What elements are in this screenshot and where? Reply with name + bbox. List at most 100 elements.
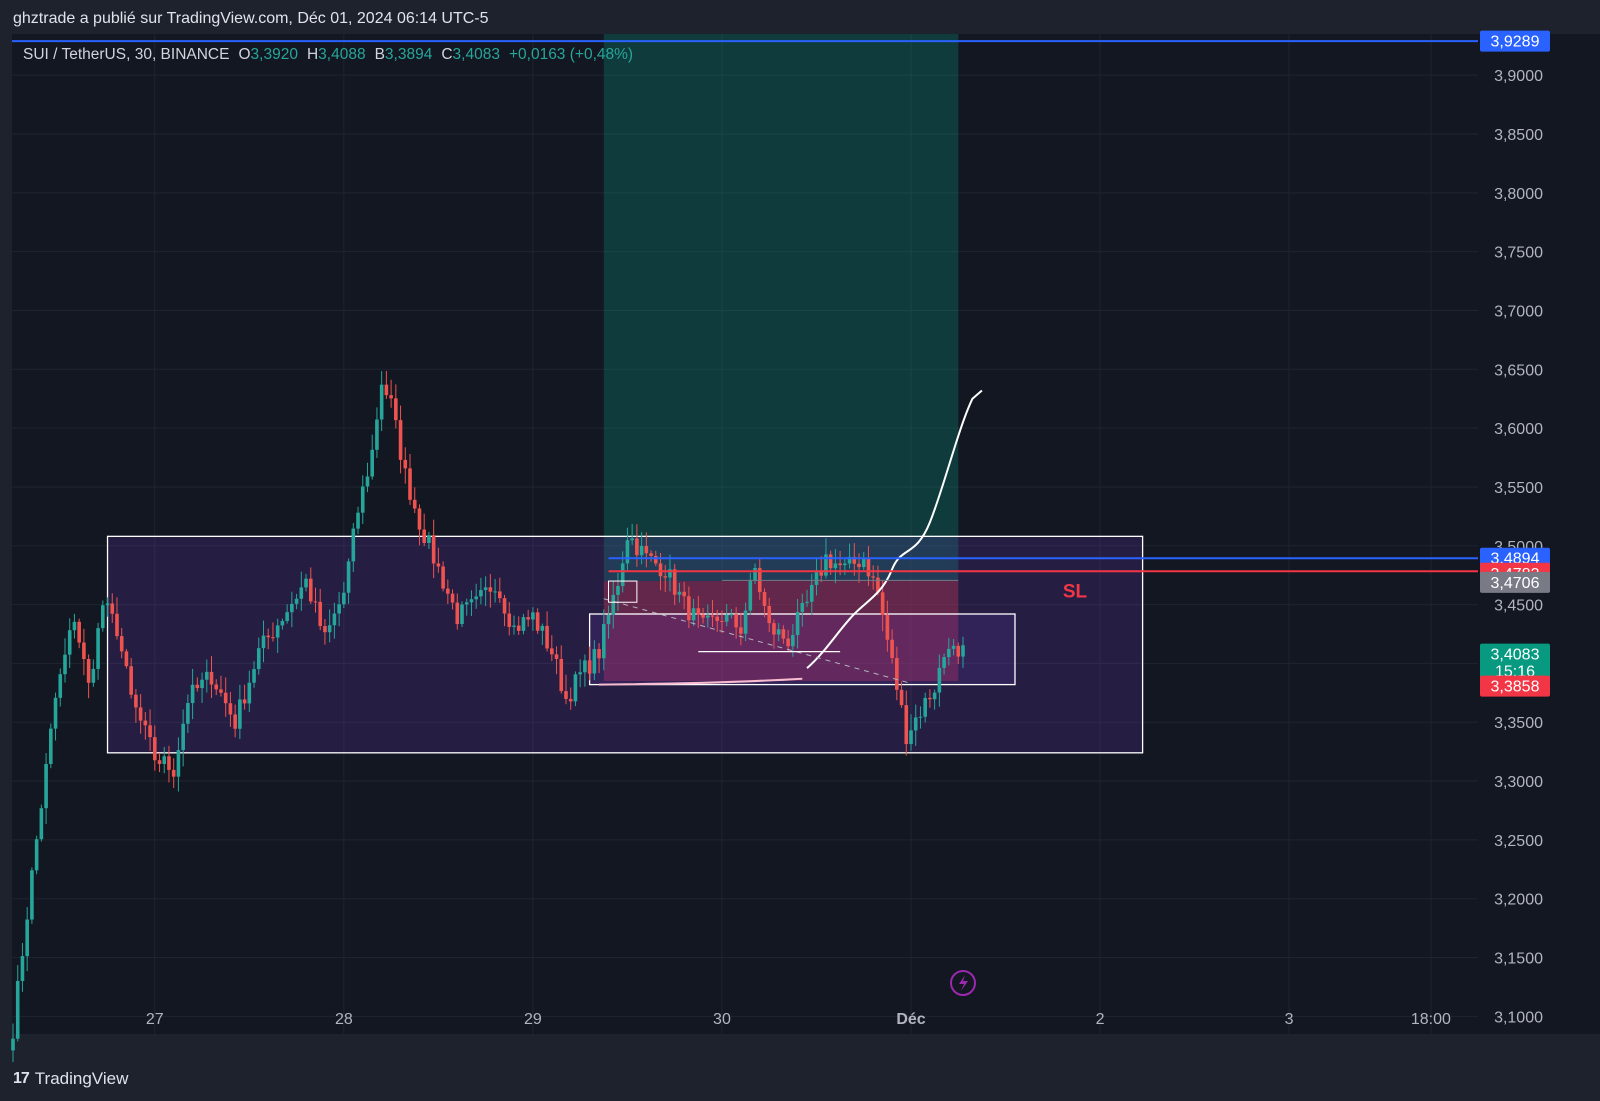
candle-body <box>961 645 965 657</box>
candle-body <box>290 603 294 613</box>
candle-body <box>460 604 464 625</box>
candle-body <box>342 592 346 605</box>
candle-body <box>119 636 124 652</box>
candle-body <box>923 697 927 717</box>
candle-body <box>866 558 871 577</box>
price-axis[interactable] <box>1478 34 1600 1034</box>
candle-body <box>11 1038 15 1051</box>
price-tick-label: 3,3500 <box>1494 715 1543 732</box>
candle-body <box>323 626 327 633</box>
candle-body <box>238 699 242 729</box>
candle-body <box>890 639 894 658</box>
candle-body <box>649 553 653 556</box>
candle-body <box>337 604 341 614</box>
candle-body <box>871 576 875 578</box>
candle-body <box>625 540 630 564</box>
candle-body <box>559 658 564 692</box>
legend-close-key: C <box>441 46 453 63</box>
price-tick-label: 3,4500 <box>1494 598 1543 615</box>
candle-body <box>918 716 923 718</box>
candle-body <box>313 601 318 603</box>
candle-body <box>611 594 616 615</box>
legend-open-key: O <box>238 46 251 63</box>
chart-canvas[interactable]: 3,9000 3,8500 3,8000 3,7500 3,7000 3,6500 3,60… <box>0 0 1600 1062</box>
candle-body <box>15 980 20 1039</box>
candle-body <box>190 684 195 704</box>
price-tick-label: 3,6500 <box>1494 362 1543 379</box>
candle-body <box>129 666 133 695</box>
candle-body <box>639 545 644 556</box>
price-tick-label: 3,7500 <box>1494 245 1543 262</box>
candle-body <box>242 699 247 704</box>
time-tick-label: 29 <box>524 1011 542 1028</box>
candle-body <box>105 603 110 606</box>
candle-body <box>885 615 890 640</box>
bottom-bar <box>0 1062 1600 1101</box>
candle-body <box>488 587 493 592</box>
candle-body <box>729 614 734 616</box>
candle-body <box>200 679 204 689</box>
candle-body <box>422 529 426 543</box>
candle-body <box>951 645 956 649</box>
price-tick-label: 3,2500 <box>1494 833 1543 850</box>
candle-body <box>30 870 34 920</box>
candle-body <box>223 692 228 704</box>
price-tick-label: 3,2000 <box>1494 892 1543 909</box>
candle-body <box>597 649 601 659</box>
candle-body <box>408 468 412 500</box>
candle-body <box>346 561 351 593</box>
candle-body <box>446 588 450 594</box>
candle-body <box>247 682 252 704</box>
candle-body <box>512 625 516 627</box>
price-tick-label: 3,8500 <box>1494 127 1543 144</box>
candle-body <box>932 692 937 700</box>
candle-body <box>861 558 866 568</box>
candle-body <box>266 635 271 638</box>
time-tick-label: 18:00 <box>1411 1011 1451 1028</box>
chart-annotations: SL <box>1063 581 1088 602</box>
candle-body <box>143 720 148 726</box>
candle-body <box>332 613 337 626</box>
candle-body <box>724 614 729 622</box>
candle-body <box>204 671 209 680</box>
candle-body <box>516 625 521 631</box>
candle-body <box>403 459 408 469</box>
candle-body <box>550 648 554 655</box>
candle-body <box>507 613 512 627</box>
candle-body <box>77 621 81 643</box>
candle-body <box>578 672 582 675</box>
candle-body <box>587 660 592 674</box>
candle-body <box>809 584 814 602</box>
target-zone <box>603 34 959 582</box>
candle-body <box>412 499 417 509</box>
candle-body <box>214 684 219 690</box>
time-tick-label: 30 <box>713 1011 731 1028</box>
candle-body <box>658 563 663 577</box>
candle-body <box>115 613 119 637</box>
candle-body <box>753 568 757 581</box>
tradingview-brand[interactable]: 17 TradingView <box>13 1069 128 1089</box>
candle-body <box>195 684 200 689</box>
candle-body <box>795 611 800 636</box>
candle-body <box>110 603 115 614</box>
candle-body <box>53 697 58 729</box>
candle-body <box>464 602 469 605</box>
price-tick-label: 3,6000 <box>1494 421 1543 438</box>
candle-body <box>384 384 389 396</box>
candle-body <box>545 625 549 649</box>
candle-body <box>843 563 847 566</box>
candle-body <box>441 566 445 589</box>
candle-body <box>271 637 275 639</box>
candle-body <box>148 725 152 738</box>
candle-body <box>261 635 266 649</box>
candle-body <box>370 449 375 477</box>
candle-body <box>672 569 677 595</box>
candle-body <box>635 538 639 556</box>
candle-body <box>82 642 86 660</box>
candle-body <box>947 648 951 658</box>
candle-body <box>209 671 214 685</box>
time-tick-label: 27 <box>146 1011 164 1028</box>
candle-body <box>219 689 223 693</box>
candle-body <box>101 605 105 629</box>
candle-body <box>701 614 705 618</box>
